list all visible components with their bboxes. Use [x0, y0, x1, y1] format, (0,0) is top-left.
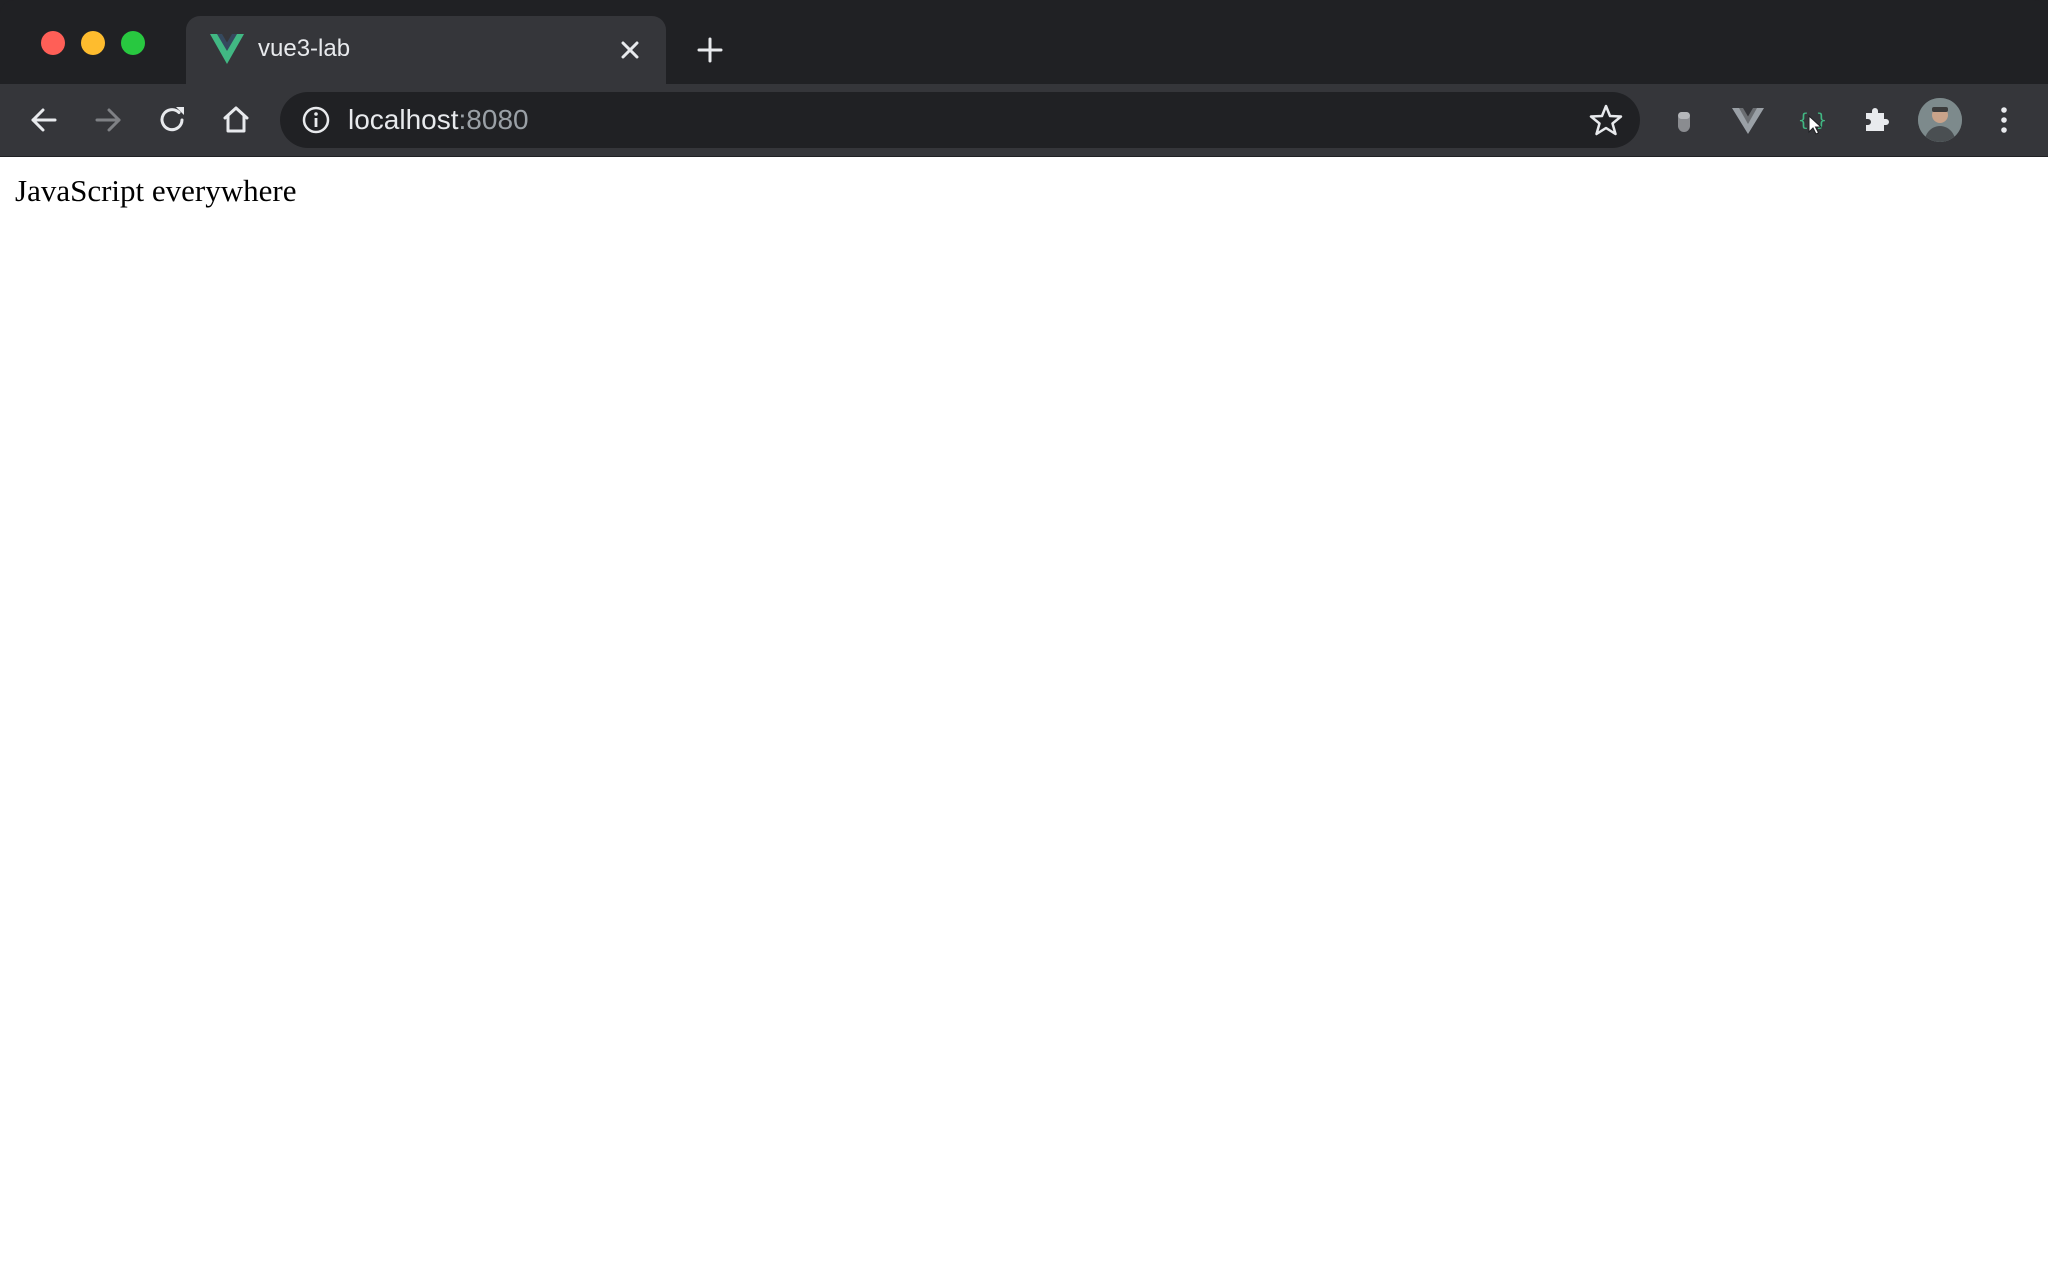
svg-text:}: }: [1816, 110, 1827, 131]
url-port: :8080: [458, 104, 529, 135]
new-tab-icon[interactable]: [694, 34, 726, 66]
tab-strip: vue3-lab: [0, 0, 2048, 84]
gray-extension-icon[interactable]: [1666, 102, 1702, 138]
avatar-photo-icon: [1918, 98, 1962, 142]
star-icon[interactable]: [1588, 102, 1624, 138]
arrow-right-icon[interactable]: [90, 102, 126, 138]
vue-logo-icon: [210, 34, 244, 64]
vue-devtools-icon[interactable]: [1730, 102, 1766, 138]
close-tab-icon[interactable]: [616, 36, 644, 64]
puzzle-icon[interactable]: [1858, 102, 1894, 138]
browser-toolbar: localhost:8080 { }: [0, 84, 2048, 156]
maximize-window-button[interactable]: [121, 31, 145, 55]
info-icon[interactable]: [300, 104, 332, 136]
url-host: localhost: [348, 104, 459, 135]
minimize-window-button[interactable]: [81, 31, 105, 55]
tab-title: vue3-lab: [258, 35, 351, 62]
close-window-button[interactable]: [41, 31, 65, 55]
profile-avatar[interactable]: [1918, 98, 1962, 142]
json-viewer-icon[interactable]: { }: [1794, 102, 1830, 138]
page-body-text: JavaScript everywhere: [15, 173, 297, 208]
kebab-menu-icon[interactable]: [1986, 102, 2022, 138]
page-content: JavaScript everywhere: [0, 157, 2048, 1280]
home-icon[interactable]: [218, 102, 254, 138]
reload-icon[interactable]: [154, 102, 190, 138]
url-text[interactable]: localhost:8080: [348, 102, 529, 138]
address-bar[interactable]: localhost:8080: [280, 92, 1640, 148]
browser-window: vue3-lab localhost:8080 {} JavaScript e…: [0, 0, 2048, 1280]
tab-vue3-lab[interactable]: vue3-lab: [186, 16, 666, 84]
svg-text:{: {: [1798, 110, 1809, 131]
arrow-left-icon[interactable]: [26, 102, 62, 138]
